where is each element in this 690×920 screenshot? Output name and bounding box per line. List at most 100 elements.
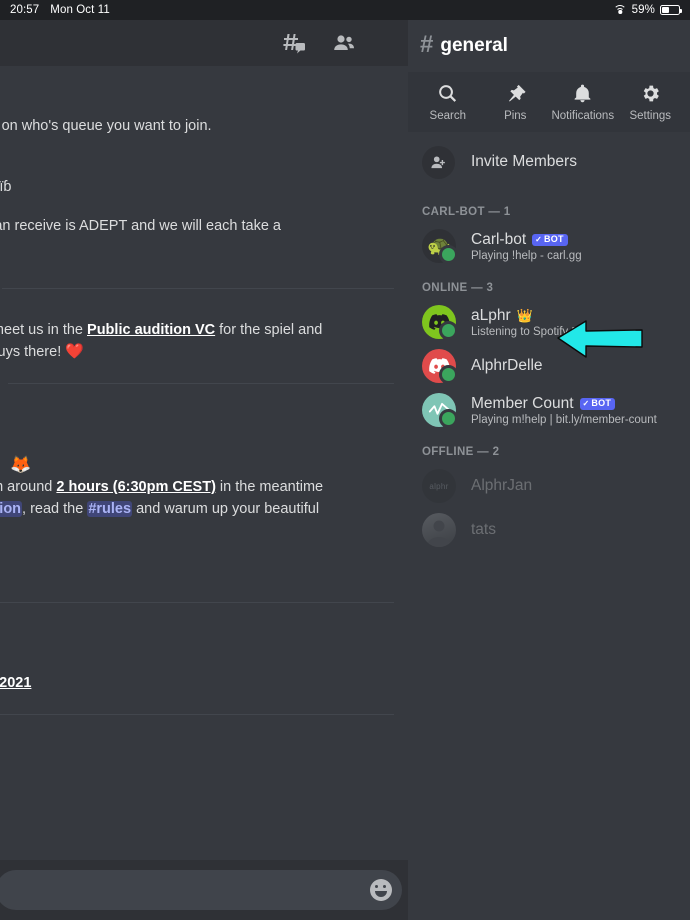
message-line: hest rank you can receive is ADEPT and w… xyxy=(0,218,281,234)
action-label: Notifications xyxy=(551,109,615,122)
member-name-row: Carl-bot ✓ BOT xyxy=(471,231,582,249)
message-timestamp: 09/16/2021 xyxy=(0,399,408,413)
message-line: audition event xyxy=(0,76,408,98)
date-divider: 09/17/2021 xyxy=(0,596,408,608)
divider-line xyxy=(7,382,394,384)
action-search[interactable]: Search xyxy=(417,83,479,122)
member-row-member-count[interactable]: Member Count ✓ BOT Playing m!help | bit.l… xyxy=(408,388,690,432)
msg-text-pre: n a bit. Please meet us in the xyxy=(0,322,83,338)
emoji-icon[interactable] xyxy=(370,879,392,901)
avatar-text: alphr xyxy=(422,469,456,503)
action-label: Search xyxy=(429,109,466,122)
member-row-alphrjan[interactable]: alphr AlphrJan xyxy=(408,464,690,508)
avatar: alphr xyxy=(422,469,456,503)
pin-icon xyxy=(505,83,526,104)
avatar-emoji: 🦊 xyxy=(10,455,32,474)
status-dot-online xyxy=(439,365,458,384)
member-name-row: AlphrJan xyxy=(471,477,532,495)
person-add-icon xyxy=(422,145,455,179)
member-name-row: tats xyxy=(471,521,496,539)
battery-percent: 59% xyxy=(631,4,655,16)
member-activity: Playing m!help | bit.ly/member-count xyxy=(471,413,657,426)
avatar-photo xyxy=(422,513,456,547)
message-line: n a bit. Please meet us in the Public au… xyxy=(0,319,408,341)
msg-text: , read the xyxy=(22,501,88,517)
divider-line xyxy=(1,287,394,289)
member-row-carl-bot[interactable]: 🐢 Carl-bot ✓ BOT Playing !help - carl.gg xyxy=(408,224,690,268)
message-panel-header xyxy=(0,20,408,66)
member-activity-text: Listening to Spotify xyxy=(471,325,569,338)
channel-title: # general xyxy=(408,20,690,72)
msg-text: in around xyxy=(0,479,53,495)
message-line: you can choose on who's queue you want t… xyxy=(0,118,212,134)
bot-label: BOT xyxy=(544,234,564,244)
bot-label: BOT xyxy=(591,398,612,408)
member-name: AlphrJan xyxy=(471,477,533,494)
message-list[interactable]: audition event you can choose on who's q… xyxy=(0,66,408,860)
bell-icon xyxy=(572,83,593,104)
channel-mention[interactable]: dition-information xyxy=(0,501,23,517)
heart-emoji: ❤️ xyxy=(65,343,84,360)
avatar xyxy=(422,349,458,384)
wifi-icon xyxy=(613,5,627,15)
status-bar-left: 20:57 Mon Oct 11 xyxy=(10,4,110,16)
date-divider: September 8, 2021 xyxy=(0,282,408,294)
action-label: Settings xyxy=(629,109,672,122)
message-panel: audition event you can choose on who's q… xyxy=(0,20,408,920)
message-list-inner: audition event you can choose on who's q… xyxy=(0,76,408,720)
action-pins[interactable]: Pins xyxy=(484,83,546,122)
channel-link[interactable]: Public audition VC xyxy=(87,322,215,338)
battery-icon xyxy=(660,5,683,15)
bot-badge: ✓ BOT xyxy=(579,397,616,410)
status-dot-online xyxy=(439,409,458,428)
member-info: Member Count ✓ BOT Playing m!help | bit.l… xyxy=(471,395,657,426)
member-row-alphr[interactable]: aLphr 👑 Listening to Spotify xyxy=(408,300,690,344)
message-line: dition-information, read the #rules and … xyxy=(0,498,408,520)
member-info: AlphrDelle xyxy=(471,357,543,375)
status-dot-online xyxy=(439,321,458,340)
member-row-tats[interactable]: tats xyxy=(408,508,690,552)
msg-text: in the meantime xyxy=(215,479,324,495)
member-info: Carl-bot ✓ BOT Playing !help - carl.gg xyxy=(471,231,582,262)
time-link[interactable]: 2 hours (6:30pm CEST) xyxy=(56,479,216,495)
hash-icon: # xyxy=(420,31,434,58)
avatar: 🐢 xyxy=(422,229,458,264)
channel-mention[interactable]: #rules xyxy=(87,501,133,517)
arrow-left-icon xyxy=(556,318,644,360)
avatar xyxy=(422,305,458,340)
member-activity: Playing !help - carl.gg xyxy=(471,249,582,262)
channel-hash-icon[interactable] xyxy=(282,31,306,55)
member-name: AlphrDelle xyxy=(471,357,543,374)
group-header-carlbot: CARL-BOT — 1 xyxy=(422,206,511,218)
message-line: September 29, 2021 xyxy=(0,675,32,691)
action-settings[interactable]: Settings xyxy=(619,83,681,122)
message-line: tarts. See you guys there! ❤️ xyxy=(0,341,408,363)
gear-icon xyxy=(640,83,661,104)
date-divider: 09/29/2021 xyxy=(0,708,408,720)
member-info: AlphrJan xyxy=(471,477,532,495)
members-icon[interactable] xyxy=(332,31,356,55)
check-icon: ✓ xyxy=(582,398,590,408)
msg-text: and warum up your beautiful xyxy=(132,501,320,517)
message-line: e for troday xyxy=(0,650,408,672)
message-line: Miss @shanel əïɓ xyxy=(0,179,12,195)
status-bar-right: 59% xyxy=(613,4,683,16)
member-row-alphrdelle[interactable]: AlphrDelle xyxy=(408,344,690,388)
group-header-offline: OFFLINE — 2 xyxy=(422,446,500,458)
msg-text: tarts. See you guys there! xyxy=(0,344,62,360)
msg-text-post: for the spiel and xyxy=(215,322,323,338)
member-name: aLphr xyxy=(471,306,511,324)
avatar-photo-shape xyxy=(427,520,451,547)
group-header-online: ONLINE — 3 xyxy=(422,282,494,294)
message-line: udition Event in around 2 hours (6:30pm … xyxy=(0,476,408,498)
invite-members-row[interactable]: Invite Members xyxy=(408,132,690,192)
action-notifications[interactable]: Notifications xyxy=(551,83,615,122)
message-input-bar xyxy=(0,860,408,920)
divider-line xyxy=(0,601,394,603)
message-input[interactable] xyxy=(0,870,402,910)
